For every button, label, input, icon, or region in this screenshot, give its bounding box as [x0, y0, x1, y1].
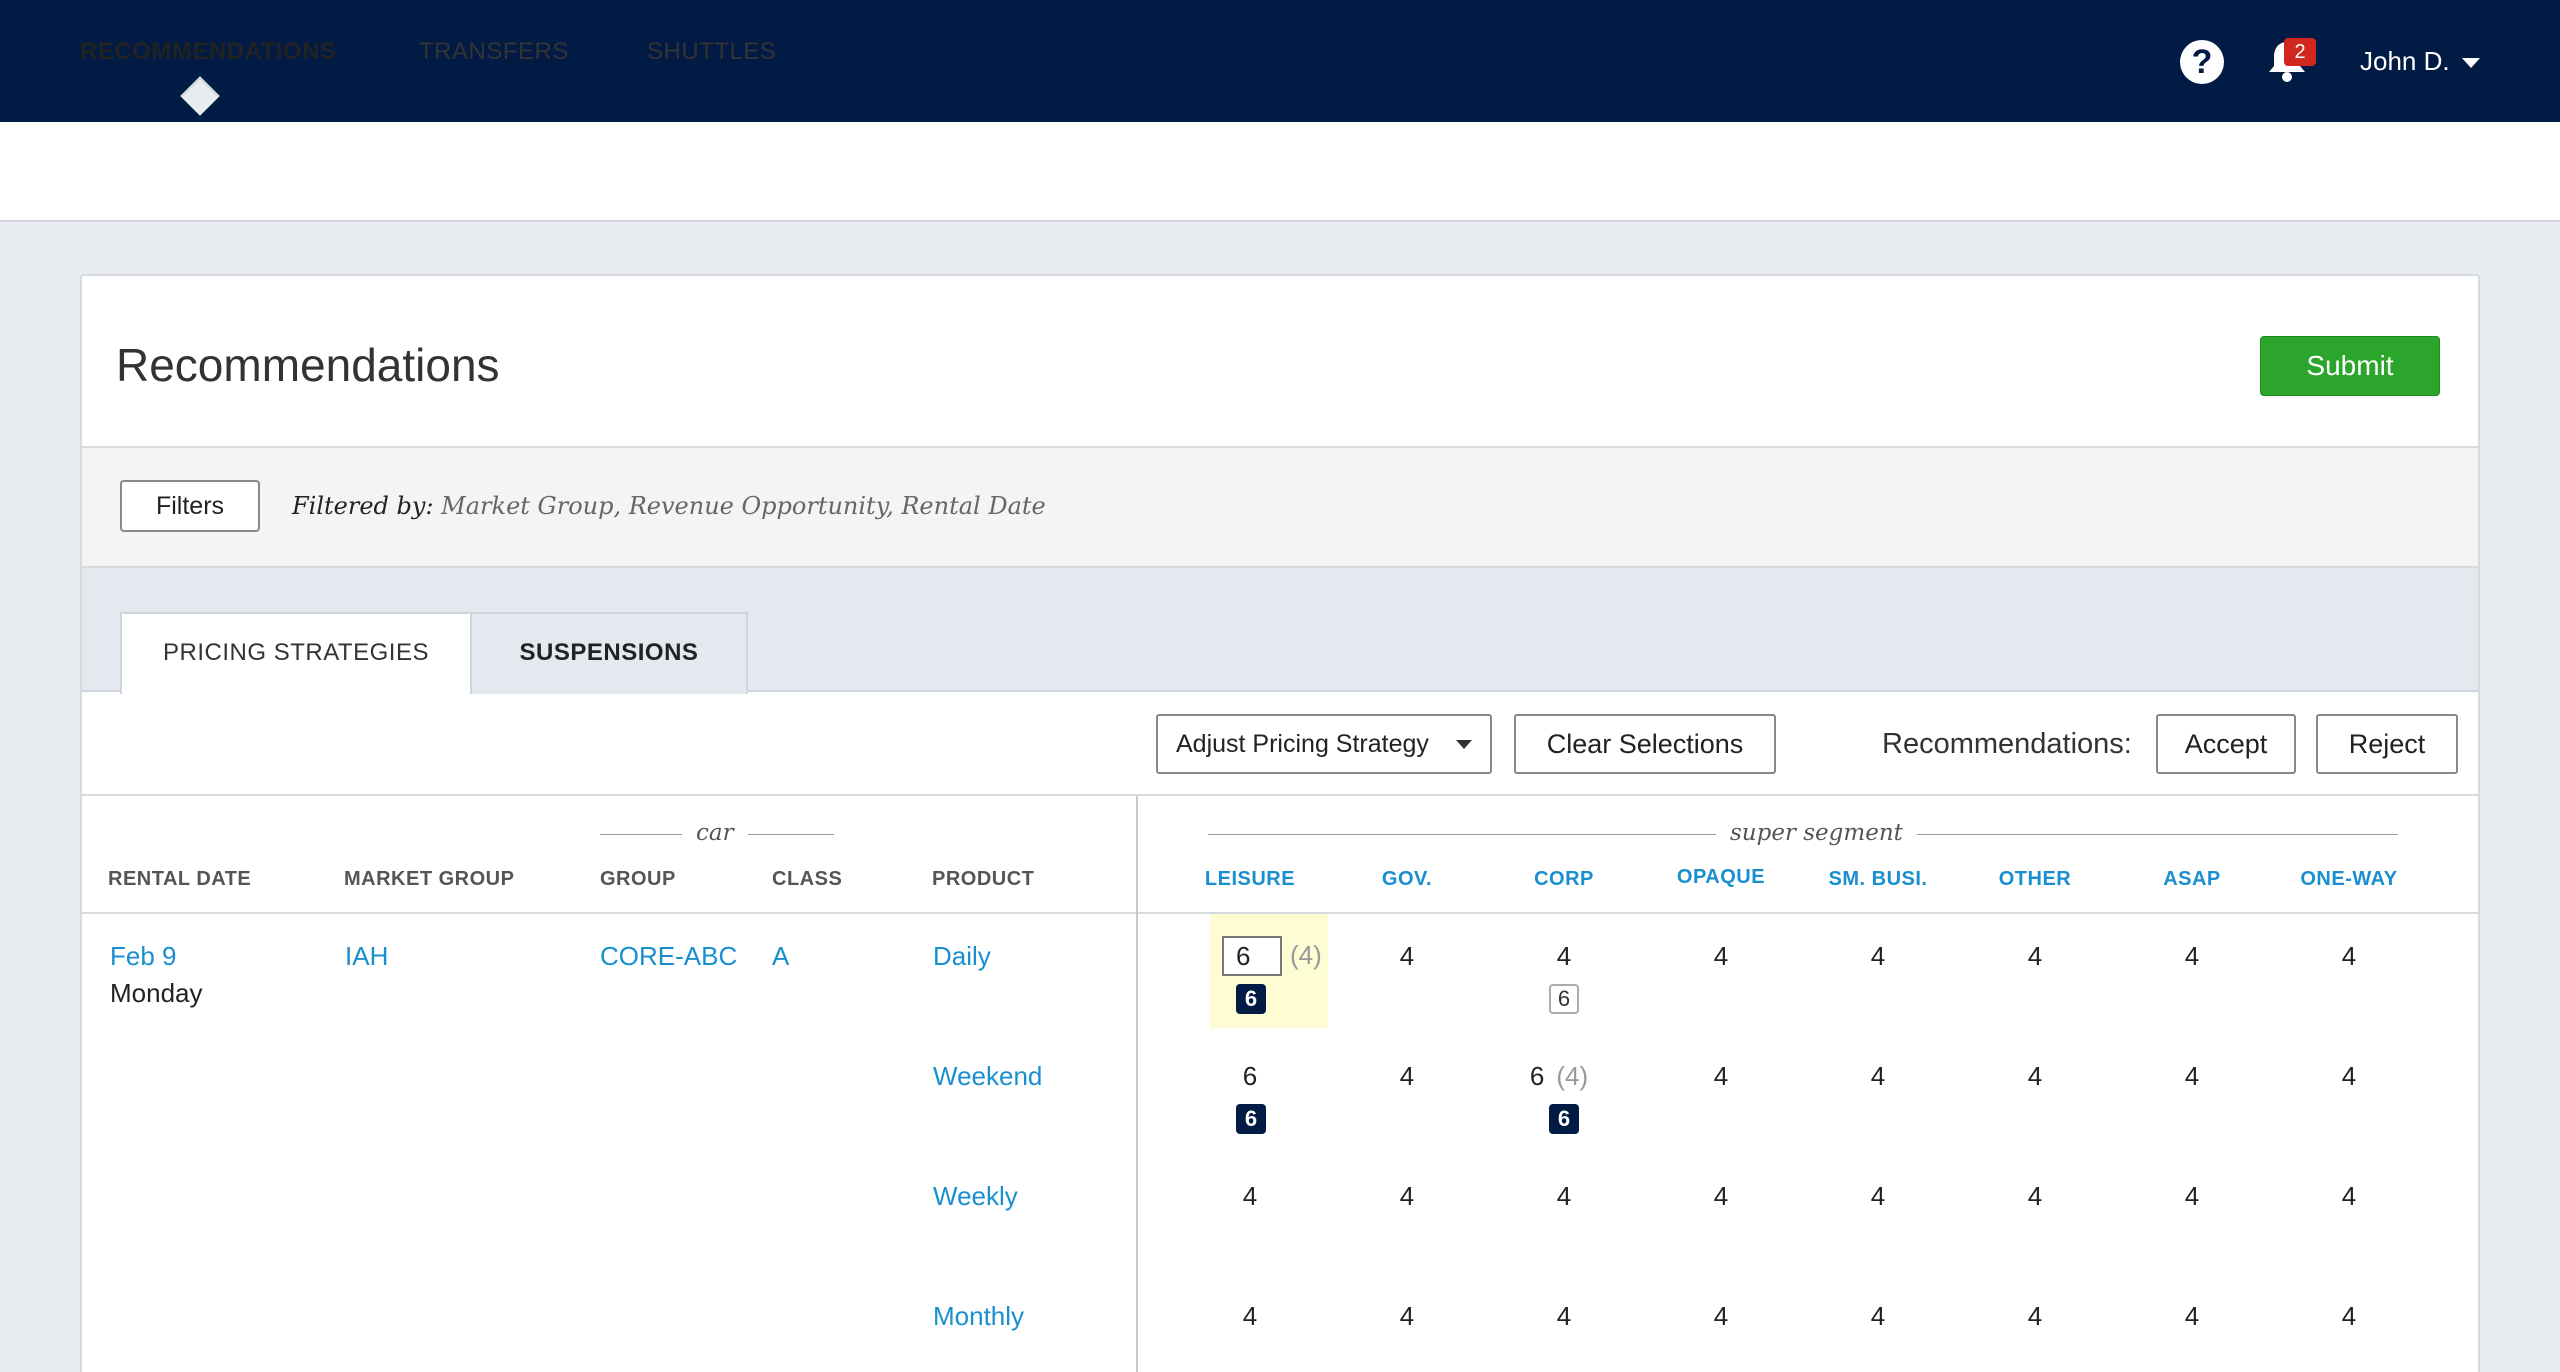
car-class-link[interactable]: A [772, 941, 789, 972]
table-cell[interactable]: 4 [1803, 941, 1953, 972]
submit-button[interactable]: Submit [2260, 336, 2440, 396]
top-bar [0, 0, 2560, 122]
leisure-daily-input[interactable]: 6 [1222, 936, 1282, 976]
table-cell[interactable]: 4 [1960, 1301, 2110, 1332]
table-cell[interactable]: 4 [1803, 1181, 1953, 1212]
table-cell[interactable]: 4 [1332, 1181, 1482, 1212]
pricing-strategy-select[interactable]: Adjust Pricing Strategy [1156, 714, 1492, 774]
table-cell[interactable]: 4 [1960, 1181, 2110, 1212]
table-cell[interactable]: 4 [2117, 1301, 2267, 1332]
product-link-daily[interactable]: Daily [933, 941, 991, 972]
tab-pricing-strategies[interactable]: PRICING STRATEGIES [120, 612, 472, 694]
filtered-by-text: Filtered by: Market Group, Revenue Oppor… [292, 492, 1046, 520]
previous-value: (4) [1556, 1061, 1589, 1091]
market-group-link[interactable]: IAH [345, 941, 388, 972]
filtered-by-label: Filtered by: [292, 492, 434, 520]
car-group-link[interactable]: CORE-ABC [600, 941, 737, 972]
recommendation-badge[interactable]: 6 [1549, 1104, 1579, 1134]
recommendations-label: Recommendations: [1882, 728, 2132, 760]
divider [82, 794, 2478, 796]
recommendation-badge[interactable]: 6 [1236, 1104, 1266, 1134]
col-product: PRODUCT [932, 868, 1035, 890]
previous-value: (4) [1290, 940, 1322, 970]
table-cell[interactable]: 4 [1175, 1301, 1325, 1332]
clear-selections-button[interactable]: Clear Selections [1514, 714, 1776, 774]
chevron-down-icon[interactable] [2462, 58, 2480, 68]
col-corp[interactable]: CORP [1489, 868, 1639, 891]
tab-suspensions[interactable]: SUSPENSIONS [470, 612, 748, 694]
table-cell[interactable]: 4 [1646, 1061, 1796, 1092]
col-sm-busi[interactable]: SM. BUSI. [1803, 868, 1953, 891]
user-menu[interactable]: John D. [2360, 46, 2450, 77]
column-divider [1136, 796, 1138, 1372]
table-cell[interactable]: 4 [1332, 1061, 1482, 1092]
table-cell[interactable]: 4 [1489, 1301, 1639, 1332]
table-cell[interactable]: 4 [1332, 1301, 1482, 1332]
col-one-way[interactable]: ONE-WAY [2274, 868, 2424, 891]
product-link-weekly[interactable]: Weekly [933, 1181, 1018, 1212]
table-cell[interactable]: 4 [1960, 941, 2110, 972]
table-cell[interactable]: 4 [2117, 1181, 2267, 1212]
rental-date-link[interactable]: Feb 9 [110, 941, 177, 972]
col-leisure[interactable]: LEISURE [1175, 868, 1325, 891]
table-cell[interactable]: 4 [2274, 1061, 2424, 1092]
table-cell[interactable]: 6 [1175, 1061, 1325, 1092]
tab-recommendations[interactable]: RECOMMENDATIONS [80, 38, 336, 66]
super-segment-label: super segment [1716, 820, 1917, 846]
col-gov[interactable]: GOV. [1332, 868, 1482, 891]
accept-button[interactable]: Accept [2156, 714, 2296, 774]
recommendation-badge[interactable]: 6 [1549, 984, 1579, 1014]
filtered-by-value: Market Group, Revenue Opportunity, Renta… [441, 492, 1046, 520]
col-other[interactable]: OTHER [1960, 868, 2110, 891]
col-group: GROUP [600, 868, 676, 890]
table-cell[interactable]: 4 [1646, 941, 1796, 972]
main-nav [0, 122, 2560, 222]
col-class: CLASS [772, 868, 843, 890]
cell-value: 6 [1529, 1061, 1545, 1091]
col-rental-date: RENTAL DATE [108, 868, 252, 890]
page-title: Recommendations [116, 339, 500, 391]
table-cell[interactable]: 4 [1803, 1061, 1953, 1092]
notification-count-badge: 2 [2284, 38, 2316, 66]
table-cell[interactable]: 6 (4) [1509, 1061, 1609, 1092]
table-cell[interactable]: 4 [1646, 1181, 1796, 1212]
product-link-weekend[interactable]: Weekend [933, 1061, 1042, 1092]
col-market-group: MARKET GROUP [344, 868, 515, 890]
table-cell[interactable]: 4 [1332, 941, 1482, 972]
chevron-down-icon[interactable] [1456, 740, 1472, 749]
table-cell[interactable]: 4 [1960, 1061, 2110, 1092]
col-asap[interactable]: ASAP [2117, 868, 2267, 891]
help-icon[interactable]: ? [2180, 40, 2224, 84]
table-cell[interactable]: 4 [1489, 941, 1639, 972]
tab-shuttles[interactable]: SHUTTLES [647, 38, 776, 66]
table-cell[interactable]: 4 [2274, 1181, 2424, 1212]
table-cell[interactable]: 4 [1646, 1301, 1796, 1332]
car-group-label: car [682, 820, 748, 846]
table-cell[interactable]: 4 [1175, 1181, 1325, 1212]
filters-button[interactable]: Filters [120, 480, 260, 532]
recommendation-badge[interactable]: 6 [1236, 984, 1266, 1014]
table-cell[interactable]: 4 [2117, 941, 2267, 972]
table-cell[interactable]: 4 [2274, 941, 2424, 972]
reject-button[interactable]: Reject [2316, 714, 2458, 774]
table-cell[interactable]: 4 [1803, 1301, 1953, 1332]
product-link-monthly[interactable]: Monthly [933, 1301, 1024, 1332]
col-opaque[interactable]: OPAQUE [1646, 866, 1796, 889]
tab-transfers[interactable]: TRANSFERS [419, 38, 569, 66]
table-cell[interactable]: 4 [1489, 1181, 1639, 1212]
table-cell[interactable]: 4 [2274, 1301, 2424, 1332]
rental-weekday: Monday [110, 978, 203, 1008]
table-cell[interactable]: 4 [2117, 1061, 2267, 1092]
